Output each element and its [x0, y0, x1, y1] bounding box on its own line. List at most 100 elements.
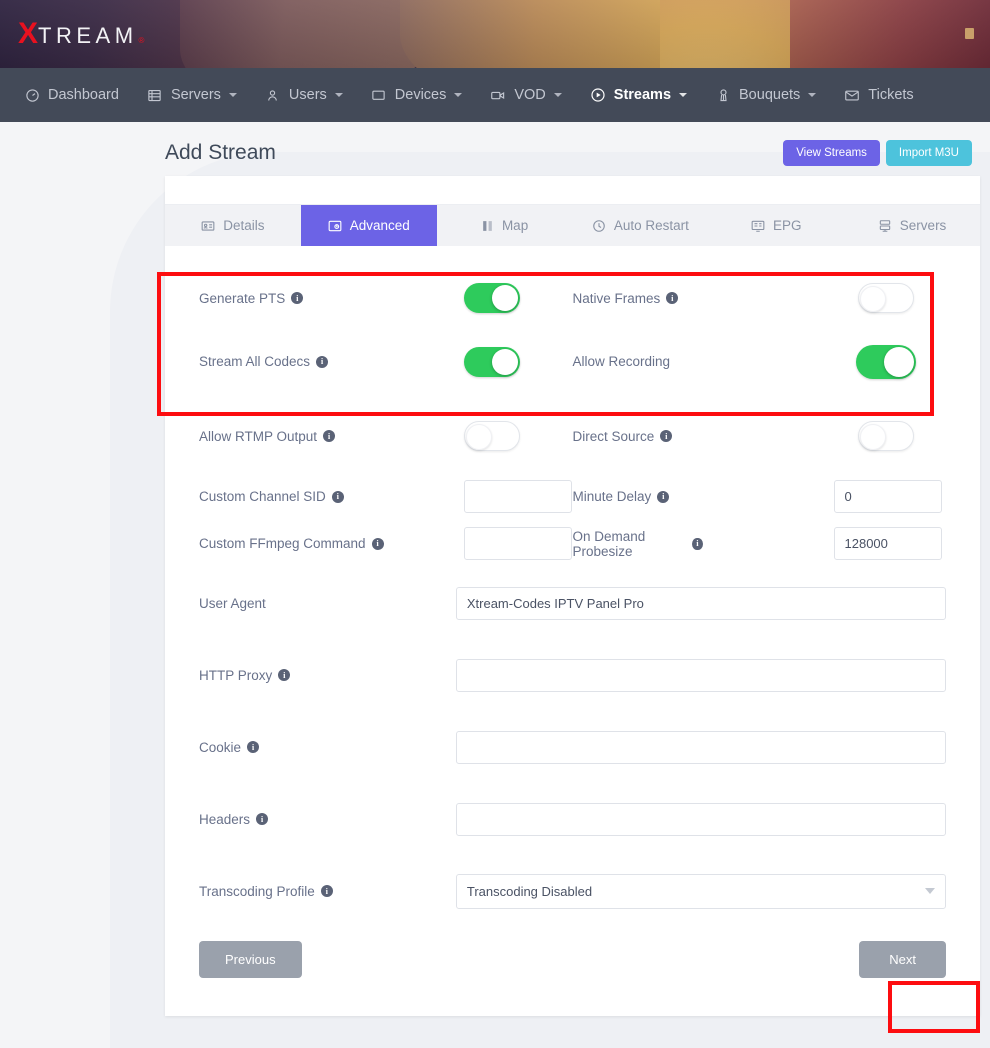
minute-delay-input[interactable] — [834, 480, 942, 513]
label-headers: Headers i — [199, 812, 456, 827]
toggle-knob — [466, 424, 492, 450]
page-container: Add Stream View Streams Import M3U Detai… — [0, 122, 990, 1016]
label-custom-channel-sid: Custom Channel SID i — [199, 489, 464, 504]
nav-label-bouquets: Bouquets — [739, 87, 800, 103]
nav-label-dashboard: Dashboard — [48, 87, 119, 103]
card-top-spacer — [165, 176, 980, 204]
page-title: Add Stream — [165, 141, 276, 165]
dashboard-icon — [24, 87, 40, 103]
label-direct-source: Direct Source i — [573, 429, 703, 444]
field-custom-ffmpeg-command: Custom FFmpeg Command i — [199, 527, 573, 560]
nav-item-devices[interactable]: Devices — [357, 68, 477, 122]
nav-item-streams[interactable]: Streams — [576, 68, 701, 122]
form-row-transcoding-profile: Transcoding Profile i Transcoding Disabl… — [199, 855, 946, 927]
vod-icon — [490, 87, 506, 103]
tab-label-advanced: Advanced — [350, 218, 410, 233]
label-allow-rtmp-output: Allow RTMP Output i — [199, 429, 464, 444]
tab-label-details: Details — [223, 218, 264, 233]
nav-label-vod: VOD — [514, 87, 545, 103]
tab-map[interactable]: Map — [437, 205, 573, 246]
nav-item-vod[interactable]: VOD — [476, 68, 575, 122]
info-icon[interactable]: i — [332, 491, 344, 503]
top-banner: X TREAM ® — [0, 0, 990, 68]
custom-ffmpeg-command-input[interactable] — [464, 527, 572, 560]
users-icon — [265, 87, 281, 103]
label-stream-all-codecs: Stream All Codecs i — [199, 354, 464, 369]
info-icon[interactable]: i — [321, 885, 333, 897]
clock-icon — [592, 219, 606, 233]
view-streams-button[interactable]: View Streams — [783, 140, 880, 166]
toggle-stream-all-codecs[interactable] — [464, 347, 520, 377]
label-native-frames: Native Frames i — [573, 291, 703, 306]
user-agent-input[interactable] — [456, 587, 946, 620]
form-row-http-proxy: HTTP Proxy i — [199, 639, 946, 711]
info-icon[interactable]: i — [692, 538, 702, 550]
form-row-pts-frames: Generate PTS i Native Frames i — [199, 272, 946, 324]
field-allow-rtmp-output: Allow RTMP Output i — [199, 421, 573, 451]
info-icon[interactable]: i — [278, 669, 290, 681]
toggle-allow-recording[interactable] — [856, 345, 916, 379]
advanced-form: Generate PTS i Native Frames i — [165, 246, 980, 1016]
nav-item-bouquets[interactable]: Bouquets — [701, 68, 830, 122]
toggle-direct-source[interactable] — [858, 421, 914, 451]
label-generate-pts: Generate PTS i — [199, 291, 464, 306]
stream-form-card: Details Advanced Map — [165, 176, 980, 1016]
field-allow-recording: Allow Recording — [573, 345, 947, 379]
import-m3u-button[interactable]: Import M3U — [886, 140, 972, 166]
transcoding-profile-select[interactable]: Transcoding Disabled — [456, 874, 946, 909]
advanced-icon — [328, 219, 342, 233]
info-icon[interactable]: i — [323, 430, 335, 442]
label-transcoding-profile: Transcoding Profile i — [199, 884, 456, 899]
headers-input[interactable] — [456, 803, 946, 836]
info-icon[interactable]: i — [372, 538, 384, 550]
nav-item-users[interactable]: Users — [251, 68, 357, 122]
nav-item-dashboard[interactable]: Dashboard — [10, 68, 133, 122]
on-demand-probesize-input[interactable] — [834, 527, 942, 560]
info-icon[interactable]: i — [660, 430, 672, 442]
nav-item-servers[interactable]: Servers — [133, 68, 251, 122]
epg-icon — [751, 219, 765, 233]
tab-label-epg: EPG — [773, 218, 802, 233]
toggle-allow-rtmp-output[interactable] — [464, 421, 520, 451]
tab-advanced[interactable]: Advanced — [301, 205, 437, 246]
form-row-codecs-recording: Stream All Codecs i Allow Recording — [199, 324, 946, 399]
tickets-icon — [844, 87, 860, 103]
cookie-input[interactable] — [456, 731, 946, 764]
nav-label-servers: Servers — [171, 87, 221, 103]
nav-item-tickets[interactable]: Tickets — [830, 68, 927, 122]
info-icon[interactable]: i — [291, 292, 303, 304]
main-navbar: Dashboard Servers Users Devices — [0, 68, 990, 122]
form-row-sid-delay: Custom Channel SID i Minute Delay i — [199, 473, 946, 520]
header-action-buttons: View Streams Import M3U — [783, 140, 980, 166]
chevron-down-icon — [335, 93, 343, 97]
xtream-logo[interactable]: X TREAM ® — [18, 19, 144, 49]
servers-icon — [147, 87, 163, 103]
info-icon[interactable]: i — [247, 741, 259, 753]
field-custom-channel-sid: Custom Channel SID i — [199, 480, 573, 513]
toggle-native-frames[interactable] — [858, 283, 914, 313]
field-generate-pts: Generate PTS i — [199, 283, 573, 313]
tab-epg[interactable]: EPG — [708, 205, 844, 246]
info-icon[interactable]: i — [316, 356, 328, 368]
toggle-knob — [492, 285, 518, 311]
custom-channel-sid-input[interactable] — [464, 480, 572, 513]
chevron-down-icon — [679, 93, 687, 97]
next-button[interactable]: Next — [859, 941, 946, 978]
info-icon[interactable]: i — [256, 813, 268, 825]
field-direct-source: Direct Source i — [573, 421, 947, 451]
tab-details[interactable]: Details — [165, 205, 301, 246]
nav-label-devices: Devices — [395, 87, 447, 103]
label-allow-recording: Allow Recording — [573, 354, 703, 369]
info-icon[interactable]: i — [666, 292, 678, 304]
http-proxy-input[interactable] — [456, 659, 946, 692]
toggle-generate-pts[interactable] — [464, 283, 520, 313]
tab-servers[interactable]: Servers — [844, 205, 980, 246]
field-stream-all-codecs: Stream All Codecs i — [199, 347, 573, 377]
previous-button[interactable]: Previous — [199, 941, 302, 978]
tab-auto-restart[interactable]: Auto Restart — [572, 205, 708, 246]
info-icon[interactable]: i — [657, 491, 669, 503]
chevron-down-icon — [554, 93, 562, 97]
form-tabs: Details Advanced Map — [165, 204, 980, 246]
label-cookie: Cookie i — [199, 740, 456, 755]
tab-label-servers: Servers — [900, 218, 947, 233]
